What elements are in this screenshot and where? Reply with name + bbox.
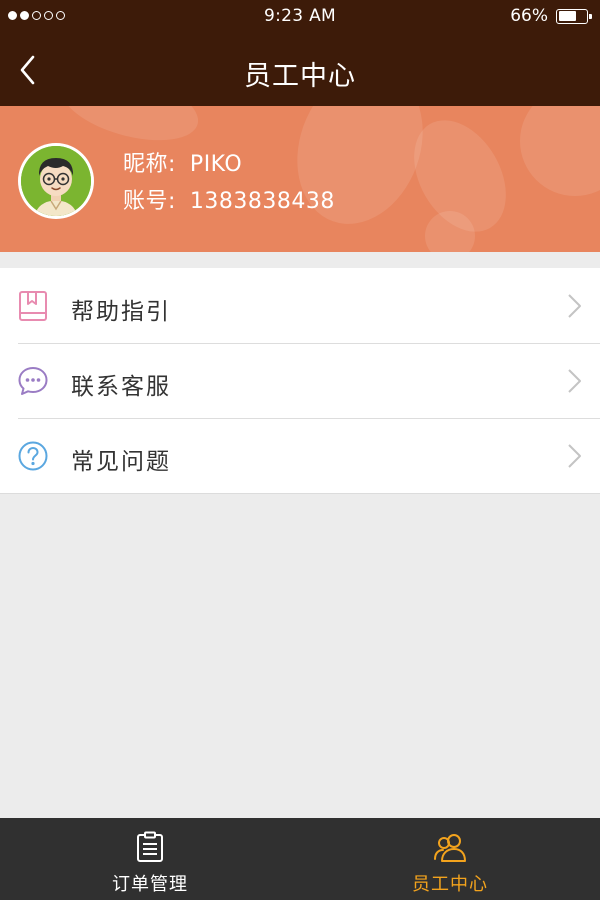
question-circle-icon: [17, 440, 49, 472]
page-title: 员工中心: [244, 61, 356, 92]
nickname-label: 昵称:: [123, 152, 176, 177]
tab-label: 订单管理: [112, 874, 188, 895]
nickname-row: 昵称: PIKO: [123, 146, 242, 178]
top-header: 9:23 AM 66% 员工中心: [0, 0, 600, 106]
account-value: 1383838438: [189, 189, 335, 214]
tab-staff-center[interactable]: 员工中心: [300, 818, 600, 900]
status-bar: 9:23 AM 66%: [0, 0, 600, 32]
avatar-image: [21, 146, 91, 216]
profile-banner: 昵称: PIKO 账号: 1383838438: [0, 106, 600, 252]
battery-status: 66%: [510, 6, 592, 26]
menu-item-help-guide[interactable]: 帮助指引: [0, 268, 600, 343]
battery-level-fill: [558, 11, 577, 21]
chevron-right-icon: [568, 444, 581, 468]
menu-item-label: 常见问题: [71, 449, 171, 475]
cartoon-face-icon: [21, 146, 91, 216]
book-icon: [17, 290, 49, 322]
avatar[interactable]: [18, 143, 94, 219]
battery-icon: [556, 8, 592, 24]
menu-item-contact-service[interactable]: 联系客服: [0, 343, 600, 418]
menu-item-faq[interactable]: 常见问题: [0, 418, 600, 493]
battery-percent: 66%: [510, 6, 548, 26]
clipboard-icon: [133, 830, 167, 864]
bottom-tab-bar: 订单管理 员工中心: [0, 818, 600, 900]
banner-decoration: [520, 106, 600, 196]
menu-item-label: 联系客服: [71, 374, 171, 400]
chat-bubble-icon: [17, 365, 49, 397]
chevron-right-icon: [568, 369, 581, 393]
account-row: 账号: 1383838438: [123, 183, 335, 215]
nickname-value: PIKO: [189, 152, 243, 177]
menu-item-label: 帮助指引: [71, 299, 171, 325]
account-label: 账号:: [123, 189, 176, 214]
chevron-right-icon: [568, 294, 581, 318]
navigation-bar: 员工中心: [0, 34, 600, 106]
tab-label: 员工中心: [412, 874, 488, 895]
users-icon: [433, 830, 467, 864]
tab-order-management[interactable]: 订单管理: [0, 818, 300, 900]
menu-list: 帮助指引 联系客服 常见问题: [0, 268, 600, 494]
